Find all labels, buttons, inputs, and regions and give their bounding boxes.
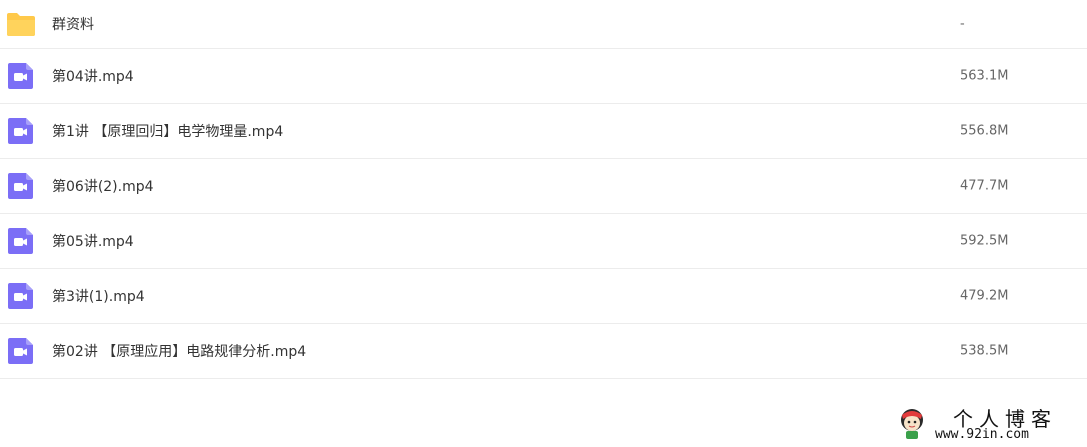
- file-row-video[interactable]: 第06讲(2).mp4 477.7M: [0, 159, 1087, 214]
- file-name: 第05讲.mp4: [52, 234, 134, 250]
- folder-icon: [7, 13, 35, 36]
- file-row-video[interactable]: 第02讲 【原理应用】电路规律分析.mp4 538.5M: [0, 324, 1087, 379]
- file-size: 592.5M: [960, 233, 1009, 249]
- file-size: 538.5M: [960, 343, 1009, 359]
- file-name: 第04讲.mp4: [52, 69, 134, 85]
- cartoon-avatar-icon: [901, 409, 923, 439]
- file-size: 556.8M: [960, 123, 1009, 139]
- file-size: 563.1M: [960, 68, 1009, 84]
- file-name: 第06讲(2).mp4: [52, 179, 154, 195]
- video-file-icon: [8, 173, 33, 199]
- file-name: 第1讲 【原理回归】电学物理量.mp4: [52, 124, 284, 140]
- file-row-video[interactable]: 第05讲.mp4 592.5M: [0, 214, 1087, 269]
- video-file-icon: [8, 63, 33, 89]
- file-row-video[interactable]: 第04讲.mp4 563.1M: [0, 49, 1087, 104]
- file-size: -: [960, 16, 965, 32]
- video-file-icon: [8, 283, 33, 309]
- watermark-url: www.92in.com: [935, 427, 1029, 442]
- file-name: 第02讲 【原理应用】电路规律分析.mp4: [52, 344, 307, 360]
- file-name: 群资料: [52, 17, 94, 33]
- file-name: 第3讲(1).mp4: [52, 289, 145, 305]
- video-file-icon: [8, 118, 33, 144]
- file-size: 479.2M: [960, 288, 1009, 304]
- file-row-video[interactable]: 第3讲(1).mp4 479.2M: [0, 269, 1087, 324]
- watermark: 个人博客 www.92in.com: [895, 403, 1085, 443]
- file-size: 477.7M: [960, 178, 1009, 194]
- file-row-video[interactable]: 第1讲 【原理回归】电学物理量.mp4 556.8M: [0, 104, 1087, 159]
- video-file-icon: [8, 228, 33, 254]
- file-list: 群资料 - 第04讲.mp4 563.1M 第1讲 【原理回归】电学物理量.mp…: [0, 0, 1087, 379]
- video-file-icon: [8, 338, 33, 364]
- file-row-folder[interactable]: 群资料 -: [0, 0, 1087, 49]
